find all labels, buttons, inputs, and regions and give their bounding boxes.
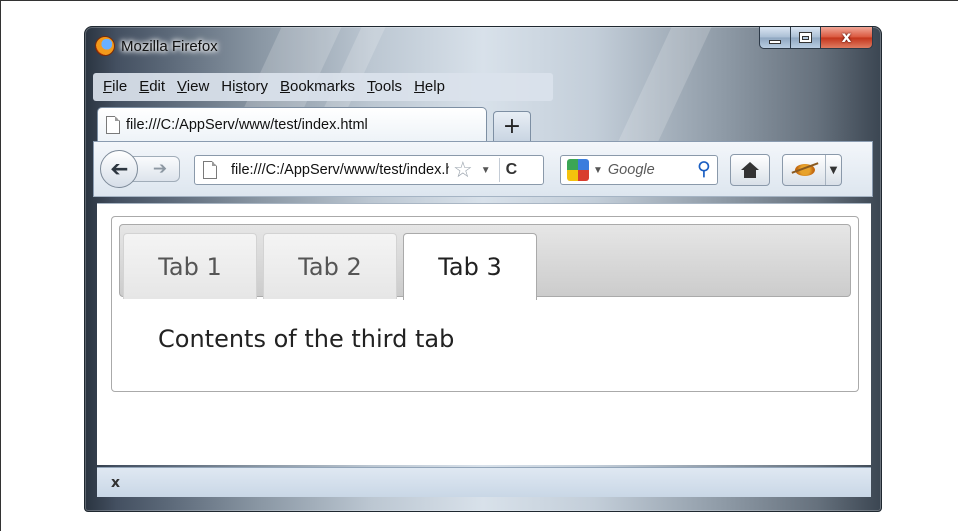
address-bar[interactable]: file:///C:/AppServ/www/test/index.html ☆… <box>194 155 544 185</box>
back-button[interactable]: ➔ <box>100 150 138 188</box>
tab-1[interactable]: Tab 1 <box>123 233 257 299</box>
home-icon <box>741 162 759 178</box>
browser-tab-strip: file:///C:/AppServ/www/test/index.html + <box>97 107 531 141</box>
tab-2[interactable]: Tab 2 <box>263 233 397 299</box>
tabs-widget: Tab 1 Tab 2 Tab 3 Contents of the third … <box>111 216 859 392</box>
page-frame-top <box>0 0 958 1</box>
menu-view[interactable]: View <box>171 74 215 100</box>
firebug-icon <box>795 164 815 176</box>
back-arrow-icon: ➔ <box>109 156 129 182</box>
page-frame-left <box>0 0 1 531</box>
browser-tab-title: file:///C:/AppServ/www/test/index.html <box>126 116 368 133</box>
maximize-icon <box>799 32 812 43</box>
minimize-button[interactable] <box>759 27 791 49</box>
window-title: Mozilla Firefox <box>121 38 218 55</box>
search-input[interactable]: Google <box>608 162 655 178</box>
url-history-dropdown-icon[interactable]: ▼ <box>481 165 491 176</box>
close-icon: x <box>841 28 852 46</box>
site-identity-icon[interactable] <box>203 161 217 179</box>
reload-icon[interactable]: C <box>498 158 517 182</box>
browser-window: Mozilla Firefox x File Edit View History… <box>84 26 882 512</box>
menu-bar: File Edit View History Bookmarks Tools H… <box>93 73 553 101</box>
menu-file[interactable]: File <box>97 74 133 100</box>
page-content: Tab 1 Tab 2 Tab 3 Contents of the third … <box>97 203 871 465</box>
addon-dropdown-icon[interactable]: ▼ <box>825 155 841 185</box>
close-window-button[interactable]: x <box>821 27 873 49</box>
title-bar[interactable]: Mozilla Firefox x <box>85 27 881 63</box>
search-engine-dropdown-icon[interactable]: ▼ <box>593 165 603 176</box>
url-field[interactable]: file:///C:/AppServ/www/test/index.html <box>231 162 449 178</box>
menu-history[interactable]: History <box>215 74 274 100</box>
tabs-header: Tab 1 Tab 2 Tab 3 <box>119 224 851 300</box>
new-tab-button[interactable]: + <box>493 111 531 141</box>
close-find-bar-icon[interactable]: x <box>111 475 120 491</box>
search-engine-icon[interactable] <box>567 159 589 181</box>
minimize-icon <box>769 39 781 44</box>
menu-tools[interactable]: Tools <box>361 74 408 100</box>
maximize-button[interactable] <box>791 27 821 49</box>
tab-3[interactable]: Tab 3 <box>403 233 537 300</box>
back-forward-group: ➔ ➔ <box>100 150 188 188</box>
caption-buttons: x <box>759 27 873 49</box>
firefox-logo-icon[interactable] <box>95 36 115 56</box>
bookmark-star-icon[interactable]: ☆ <box>453 159 473 181</box>
navigation-toolbar: ➔ ➔ file:///C:/AppServ/www/test/index.ht… <box>93 141 873 197</box>
home-button[interactable] <box>730 154 770 186</box>
find-bar: x <box>97 467 871 497</box>
browser-tab-active[interactable]: file:///C:/AppServ/www/test/index.html <box>97 107 487 141</box>
tab-panel-content: Contents of the third tab <box>158 325 455 353</box>
menu-help[interactable]: Help <box>408 74 451 100</box>
search-bar[interactable]: ▼ Google ⚲ <box>560 155 718 185</box>
menu-edit[interactable]: Edit <box>133 74 171 100</box>
page-icon <box>106 115 120 134</box>
search-icon[interactable]: ⚲ <box>697 158 711 181</box>
forward-arrow-icon: ➔ <box>152 159 168 179</box>
menu-bookmarks[interactable]: Bookmarks <box>274 74 361 100</box>
addon-button[interactable]: ▼ <box>782 154 842 186</box>
